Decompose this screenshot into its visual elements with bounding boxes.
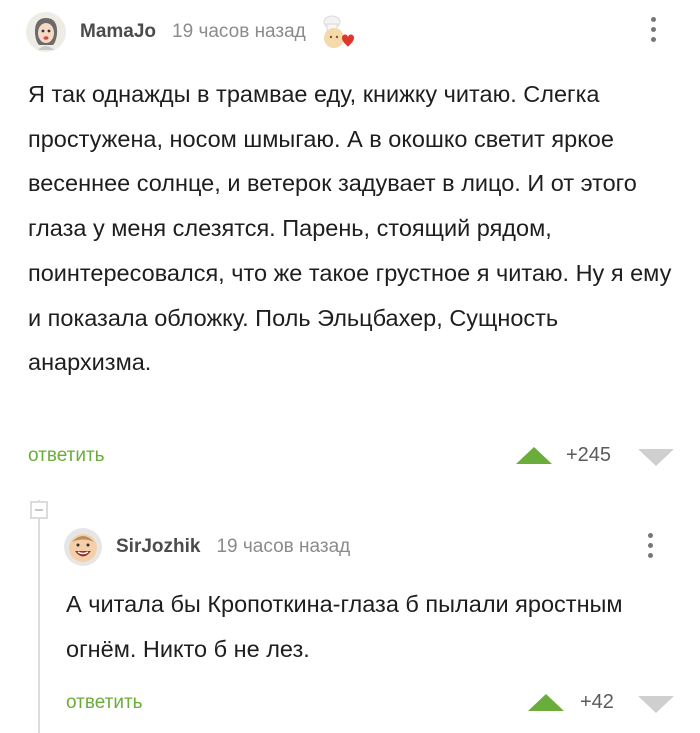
vertical-dots-icon[interactable] <box>648 17 658 42</box>
minus-square-icon[interactable] <box>30 501 48 519</box>
chef-heart-badge-icon <box>323 15 354 48</box>
avatar[interactable] <box>26 12 66 52</box>
triangle-down-icon[interactable] <box>638 696 674 713</box>
comment-text: Я так однажды в трамвае еду, книжку чита… <box>28 81 672 376</box>
timestamp[interactable]: 19 часов назад <box>172 21 306 43</box>
username[interactable]: SirJozhik <box>116 536 200 558</box>
triangle-up-icon[interactable] <box>516 447 552 464</box>
rating: +245 <box>566 444 612 466</box>
username[interactable]: MamaJo <box>80 21 156 43</box>
comment-header: SirJozhik 19 часов назад <box>64 522 350 572</box>
rating: +42 <box>580 691 614 713</box>
timestamp[interactable]: 19 часов назад <box>216 536 350 558</box>
reply-button[interactable]: ответить <box>28 445 105 467</box>
triangle-up-icon[interactable] <box>528 694 564 711</box>
comment-sirjozhik: SirJozhik 19 часов назад А читала бы Кро… <box>0 522 700 733</box>
reply-button[interactable]: ответить <box>66 692 143 714</box>
comment-mamajo: MamaJo 19 часов назад Я так однажды в тр… <box>0 7 700 477</box>
avatar[interactable] <box>64 528 102 566</box>
vertical-dots-icon[interactable] <box>645 533 655 558</box>
comment-text: А читала бы Кропоткина-глаза б пылали яр… <box>66 591 623 662</box>
baby-avatar-icon <box>64 528 102 566</box>
comment-header: MamaJo 19 часов назад <box>26 7 356 57</box>
comment-footer: ответить +42 <box>0 688 700 718</box>
triangle-down-icon[interactable] <box>638 449 674 466</box>
comment-footer: ответить +245 <box>0 441 700 471</box>
woman-avatar-icon <box>26 12 66 52</box>
